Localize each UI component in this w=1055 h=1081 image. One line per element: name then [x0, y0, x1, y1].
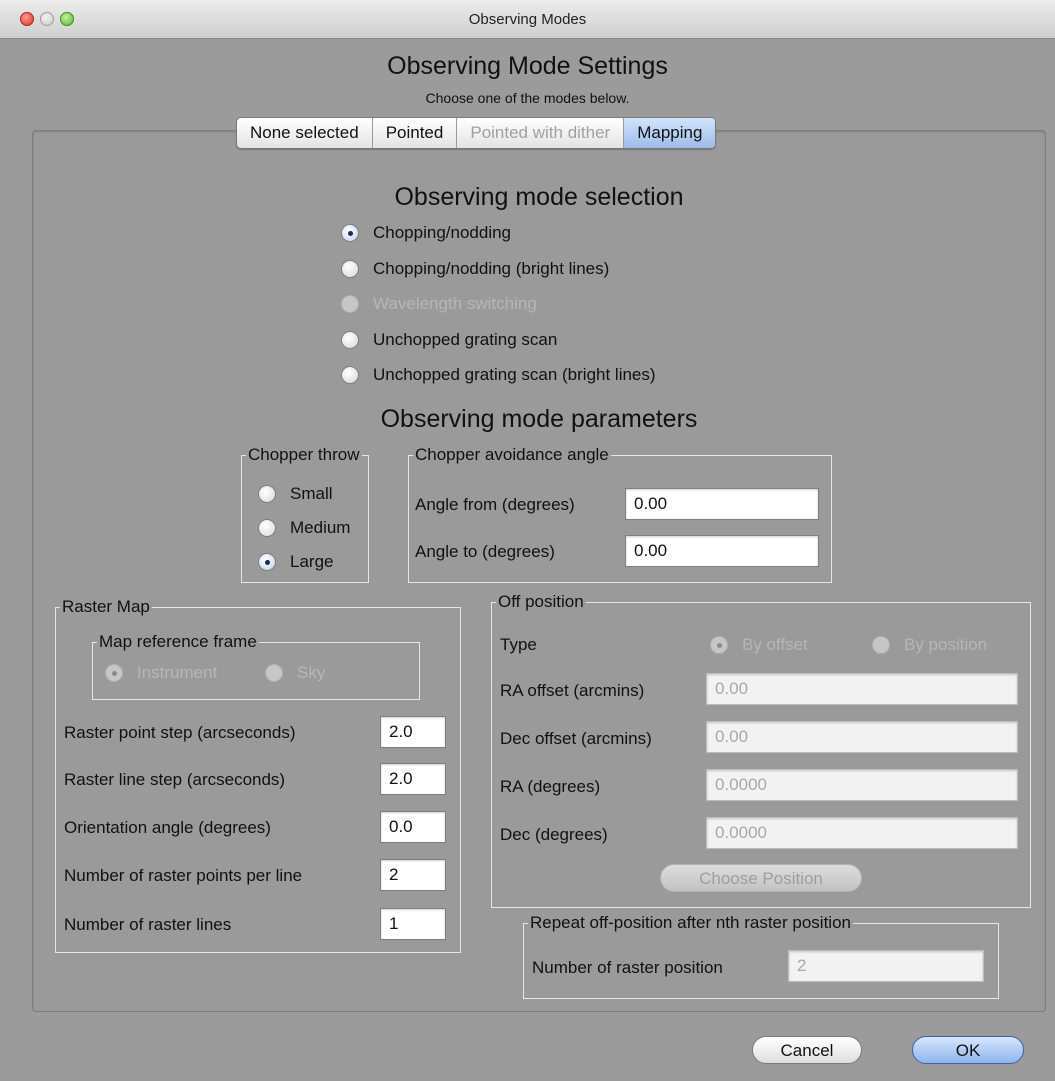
raster-line-step-input[interactable]: 2.0 — [380, 763, 446, 795]
cancel-button[interactable]: Cancel — [752, 1036, 862, 1064]
mode-option-label: Wavelength switching — [373, 294, 537, 313]
radio-selected-icon — [710, 636, 728, 654]
chopper-throw-small[interactable]: Small — [258, 484, 333, 504]
orientation-angle-label: Orientation angle (degrees) — [64, 818, 271, 837]
parameters-title: Observing mode parameters — [380, 405, 698, 433]
angle-to-input[interactable]: 0.00 — [625, 535, 819, 567]
tab-pointed[interactable]: Pointed — [373, 118, 458, 148]
radio-icon — [341, 331, 359, 349]
type-label: Type — [500, 635, 537, 654]
radio-icon — [341, 295, 359, 313]
chopper-throw-option-label: Small — [290, 484, 333, 503]
chopper-throw-large[interactable]: Large — [258, 552, 333, 572]
frame-option-sky: Sky — [265, 663, 325, 683]
ra-offset-label: RA offset (arcmins) — [500, 681, 645, 700]
page-subtitle: Choose one of the modes below. — [425, 90, 630, 106]
radio-icon — [872, 636, 890, 654]
raster-lines-input[interactable]: 1 — [380, 908, 446, 940]
tab-mapping[interactable]: Mapping — [624, 118, 716, 148]
type-option-label: By position — [904, 635, 988, 654]
mode-option-label: Unchopped grating scan (bright lines) — [373, 365, 656, 384]
tab-pointed-with-dither: Pointed with dither — [457, 118, 625, 148]
type-option-by-position: By position — [872, 635, 987, 655]
raster-point-step-label: Raster point step (arcseconds) — [64, 723, 296, 742]
chopper-throw-option-label: Medium — [290, 518, 351, 537]
angle-to-label: Angle to (degrees) — [415, 542, 555, 561]
raster-position-count-input: 2 — [788, 950, 984, 982]
radio-icon — [265, 664, 283, 682]
ra-degrees-label: RA (degrees) — [500, 777, 601, 796]
chopper-avoidance-label: Chopper avoidance angle — [413, 444, 611, 466]
window-title: Observing Modes — [468, 11, 587, 28]
mode-option-unchopped-grating[interactable]: Unchopped grating scan — [341, 330, 557, 350]
radio-selected-icon — [341, 224, 359, 242]
raster-position-count-label: Number of raster position — [532, 958, 723, 977]
radio-icon — [258, 485, 276, 503]
title-bar: Observing Modes — [0, 0, 1055, 39]
type-option-by-offset: By offset — [710, 635, 808, 655]
mode-selection-title: Observing mode selection — [394, 183, 684, 211]
off-position-group: Off position Type By offset By position … — [491, 591, 1031, 908]
off-position-label: Off position — [496, 591, 586, 613]
raster-lines-label: Number of raster lines — [64, 915, 232, 934]
angle-from-input[interactable]: 0.00 — [625, 488, 819, 520]
radio-icon — [341, 260, 359, 278]
chopper-throw-group: Chopper throw Small Medium Large — [241, 444, 369, 583]
raster-map-label: Raster Map — [60, 596, 152, 618]
mapping-tab-panel: Observing mode selection Chopping/noddin… — [32, 130, 1046, 1012]
raster-map-group: Raster Map Map reference frame Instrumen… — [55, 596, 461, 953]
mode-tabs: None selected Pointed Pointed with dithe… — [236, 117, 717, 149]
mode-option-wavelength-switching: Wavelength switching — [341, 294, 537, 314]
chopper-avoidance-group: Chopper avoidance angle Angle from (degr… — [408, 444, 832, 583]
points-per-line-label: Number of raster points per line — [64, 866, 303, 885]
dec-offset-label: Dec offset (arcmins) — [500, 729, 652, 748]
raster-line-step-label: Raster line step (arcseconds) — [64, 770, 286, 789]
map-reference-frame-label: Map reference frame — [97, 631, 259, 653]
raster-point-step-input[interactable]: 2.0 — [380, 716, 446, 748]
repeat-off-position-group: Repeat off-position after nth raster pos… — [523, 912, 999, 999]
frame-option-label: Sky — [297, 663, 326, 682]
mode-option-chopping-nodding-bright[interactable]: Chopping/nodding (bright lines) — [341, 259, 609, 279]
choose-position-button: Choose Position — [660, 864, 862, 892]
ra-offset-input: 0.00 — [706, 673, 1018, 705]
dec-degrees-input: 0.0000 — [706, 817, 1018, 849]
mode-option-label: Unchopped grating scan — [373, 330, 558, 349]
dec-offset-input: 0.00 — [706, 721, 1018, 753]
map-reference-frame-group: Map reference frame Instrument Sky — [92, 631, 420, 700]
observing-modes-window: Observing Modes Observing Mode Settings … — [0, 0, 1055, 1081]
points-per-line-input[interactable]: 2 — [380, 859, 446, 891]
ok-button[interactable]: OK — [912, 1036, 1024, 1064]
chopper-throw-option-label: Large — [290, 552, 334, 571]
type-option-label: By offset — [742, 635, 808, 654]
ra-degrees-input: 0.0000 — [706, 769, 1018, 801]
tab-none-selected[interactable]: None selected — [237, 118, 373, 148]
repeat-off-position-label: Repeat off-position after nth raster pos… — [528, 912, 853, 934]
radio-selected-icon — [258, 553, 276, 571]
frame-option-instrument: Instrument — [105, 663, 217, 683]
frame-option-label: Instrument — [137, 663, 218, 682]
radio-icon — [258, 519, 276, 537]
orientation-angle-input[interactable]: 0.0 — [380, 811, 446, 843]
mode-option-label: Chopping/nodding (bright lines) — [373, 259, 610, 278]
angle-from-label: Angle from (degrees) — [415, 495, 575, 514]
radio-selected-icon — [105, 664, 123, 682]
chopper-throw-label: Chopper throw — [246, 444, 362, 466]
radio-icon — [341, 366, 359, 384]
dec-degrees-label: Dec (degrees) — [500, 825, 608, 844]
mode-option-unchopped-grating-bright[interactable]: Unchopped grating scan (bright lines) — [341, 365, 656, 385]
page-title: Observing Mode Settings — [387, 52, 668, 80]
mode-option-label: Chopping/nodding — [373, 223, 512, 242]
chopper-throw-medium[interactable]: Medium — [258, 518, 350, 538]
mode-option-chopping-nodding[interactable]: Chopping/nodding — [341, 223, 511, 243]
